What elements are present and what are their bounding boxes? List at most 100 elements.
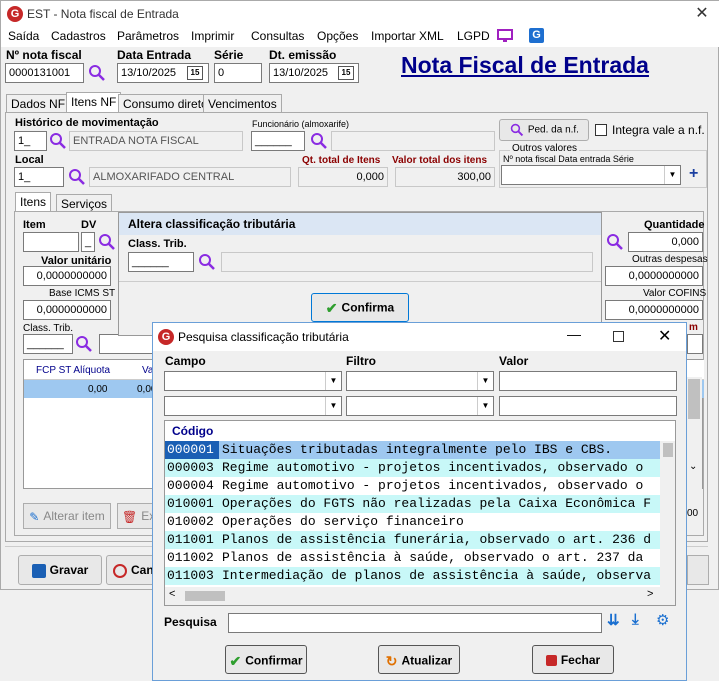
- gravar-button[interactable]: Gravar: [18, 555, 102, 585]
- table-row[interactable]: 011003 Intermediação de planos de assistê…: [165, 567, 671, 585]
- dv-input[interactable]: _: [81, 232, 95, 252]
- valor-label: Valor: [499, 354, 529, 368]
- valor-total-label: Valor total dos itens: [392, 155, 488, 166]
- tab-itens-nf[interactable]: Itens NF: [66, 92, 122, 113]
- tab-dados-nf[interactable]: Dados NF: [6, 94, 71, 113]
- table-row[interactable]: 010001 Operações do FGTS não realizadas p…: [165, 495, 671, 513]
- historico-code-input[interactable]: 1_: [14, 131, 47, 151]
- cancelar-button[interactable]: Can: [106, 555, 156, 585]
- menu-cadastros[interactable]: Cadastros: [51, 29, 106, 43]
- grid-scrollbar[interactable]: ⌄: [686, 377, 702, 489]
- calendar-icon[interactable]: 15: [187, 66, 203, 80]
- table-row[interactable]: 010002 Operações do serviço financeiro: [165, 513, 671, 531]
- chevron-right-icon[interactable]: >: [647, 588, 653, 600]
- search-icon[interactable]: [88, 64, 106, 82]
- confirma-label: Confirma: [341, 300, 395, 315]
- menu-saida[interactable]: Saída: [8, 29, 39, 43]
- altera-class-trib-input[interactable]: ______: [128, 252, 194, 272]
- tab-vencimentos[interactable]: Vencimentos: [203, 94, 282, 113]
- item-input[interactable]: [23, 232, 79, 252]
- menu-importar-xml[interactable]: Importar XML: [371, 29, 444, 43]
- menu-opcoes[interactable]: Opções: [317, 29, 358, 43]
- pesquisa-input[interactable]: [228, 613, 602, 633]
- monitor-icon[interactable]: [497, 29, 513, 43]
- local-code-input[interactable]: 1_: [14, 167, 64, 187]
- quantidade-label: Quantidade: [644, 219, 705, 231]
- class-trib-input[interactable]: ______: [23, 334, 73, 354]
- minimize-icon[interactable]: —: [567, 326, 581, 342]
- serie-input[interactable]: 0: [214, 63, 262, 83]
- calendar-icon[interactable]: 15: [338, 66, 354, 80]
- vertical-scrollbar[interactable]: [660, 441, 675, 587]
- search-icon[interactable]: [49, 132, 67, 150]
- base-icms-input[interactable]: 0,0000000000: [23, 300, 111, 320]
- menu-imprimir[interactable]: Imprimir: [191, 29, 234, 43]
- search-icon[interactable]: [606, 233, 624, 251]
- double-chevron-down-icon[interactable]: ⇊: [607, 611, 620, 629]
- filtro-select-1[interactable]: ▼: [346, 371, 494, 391]
- search-icon[interactable]: [98, 233, 116, 251]
- outras-despesas-input[interactable]: 0,0000000000: [605, 266, 703, 286]
- nota-label: Nº nota fiscal: [6, 48, 82, 62]
- chevron-down-bar-icon[interactable]: ⤓: [632, 611, 639, 628]
- qt-total-value: 0,000: [298, 167, 388, 187]
- pesquisa-title: Pesquisa classificação tributária: [178, 330, 349, 344]
- add-icon[interactable]: +: [689, 165, 698, 183]
- app-logo-icon: G: [158, 329, 174, 345]
- results-grid[interactable]: Código 000001 Situações tributadas integr…: [164, 420, 676, 606]
- altera-class-trib-label: Class. Trib.: [128, 238, 187, 250]
- g-app-icon[interactable]: G: [529, 28, 544, 43]
- confirmar-button[interactable]: ✔ Confirmar: [225, 645, 307, 674]
- valor-input-2[interactable]: [499, 396, 677, 416]
- subtab-itens[interactable]: Itens: [15, 192, 52, 212]
- table-row[interactable]: 011002 Planos de assistência à saúde, obs…: [165, 549, 671, 567]
- quantidade-input[interactable]: 0,000: [628, 232, 703, 252]
- filtro-select-2[interactable]: ▼: [346, 396, 494, 416]
- search-icon[interactable]: [68, 168, 86, 186]
- maximize-icon[interactable]: [613, 331, 624, 342]
- app-logo-icon: G: [7, 6, 23, 22]
- close-icon[interactable]: ✕: [692, 5, 712, 23]
- menu-parametros[interactable]: Parâmetros: [117, 29, 179, 43]
- gear-icon[interactable]: ⚙: [656, 611, 669, 629]
- table-row[interactable]: 000004 Regime automotivo - projetos incen…: [165, 477, 671, 495]
- atualizar-button[interactable]: ↻ Atualizar: [378, 645, 460, 674]
- row-desc: Operações do FGTS não realizadas pela Ca…: [222, 496, 652, 511]
- valor-input-1[interactable]: [499, 371, 677, 391]
- atualizar-label: Atualizar: [401, 653, 453, 668]
- nota-input[interactable]: 0000131001: [5, 63, 84, 83]
- row-desc: Regime automotivo - projetos incentivado…: [222, 478, 644, 493]
- integra-checkbox[interactable]: [595, 124, 607, 136]
- row-code: 000003: [167, 460, 214, 475]
- search-icon[interactable]: [310, 132, 328, 150]
- serie-label: Série: [214, 48, 244, 62]
- chevron-down-icon: ▼: [325, 397, 341, 415]
- outros-valores-select[interactable]: ▼: [501, 165, 681, 185]
- campo-select-1[interactable]: ▼: [164, 371, 342, 391]
- excluir-item-button[interactable]: 🗑 Ex: [117, 503, 157, 529]
- row-code: 011002: [167, 550, 214, 565]
- chevron-left-icon[interactable]: <: [169, 588, 175, 600]
- search-icon[interactable]: [75, 335, 93, 353]
- valor-cofins-input[interactable]: 0,0000000000: [605, 300, 703, 320]
- confirma-button[interactable]: ✔ Confirma: [311, 293, 409, 322]
- right-fragment-button[interactable]: [687, 555, 709, 585]
- valor-unitario-input[interactable]: 0,0000000000: [23, 266, 111, 286]
- close-icon[interactable]: ✕: [658, 326, 671, 346]
- pedido-nf-button[interactable]: Ped. da n.f.: [499, 119, 589, 141]
- menu-lgpd[interactable]: LGPD: [457, 29, 490, 43]
- tab-consumo-direto[interactable]: Consumo direto: [118, 94, 213, 113]
- table-row[interactable]: 011001 Planos de assistência funerária, o…: [165, 531, 671, 549]
- row-desc: Situações tributadas integralmente pelo …: [222, 442, 613, 457]
- horizontal-scrollbar[interactable]: < >: [165, 587, 675, 605]
- menu-consultas[interactable]: Consultas: [251, 29, 304, 43]
- search-icon[interactable]: [198, 253, 216, 271]
- funcionario-input[interactable]: ______: [251, 131, 305, 151]
- dv-label: DV: [81, 219, 97, 231]
- table-row[interactable]: 000001 Situações tributadas integralmente…: [165, 441, 671, 459]
- alterar-item-button[interactable]: ✎ Alterar item: [23, 503, 111, 529]
- campo-select-2[interactable]: ▼: [164, 396, 342, 416]
- check-icon: ✔: [325, 300, 338, 316]
- table-row[interactable]: 000003 Regime automotivo - projetos incen…: [165, 459, 671, 477]
- fechar-button[interactable]: Fechar: [532, 645, 614, 674]
